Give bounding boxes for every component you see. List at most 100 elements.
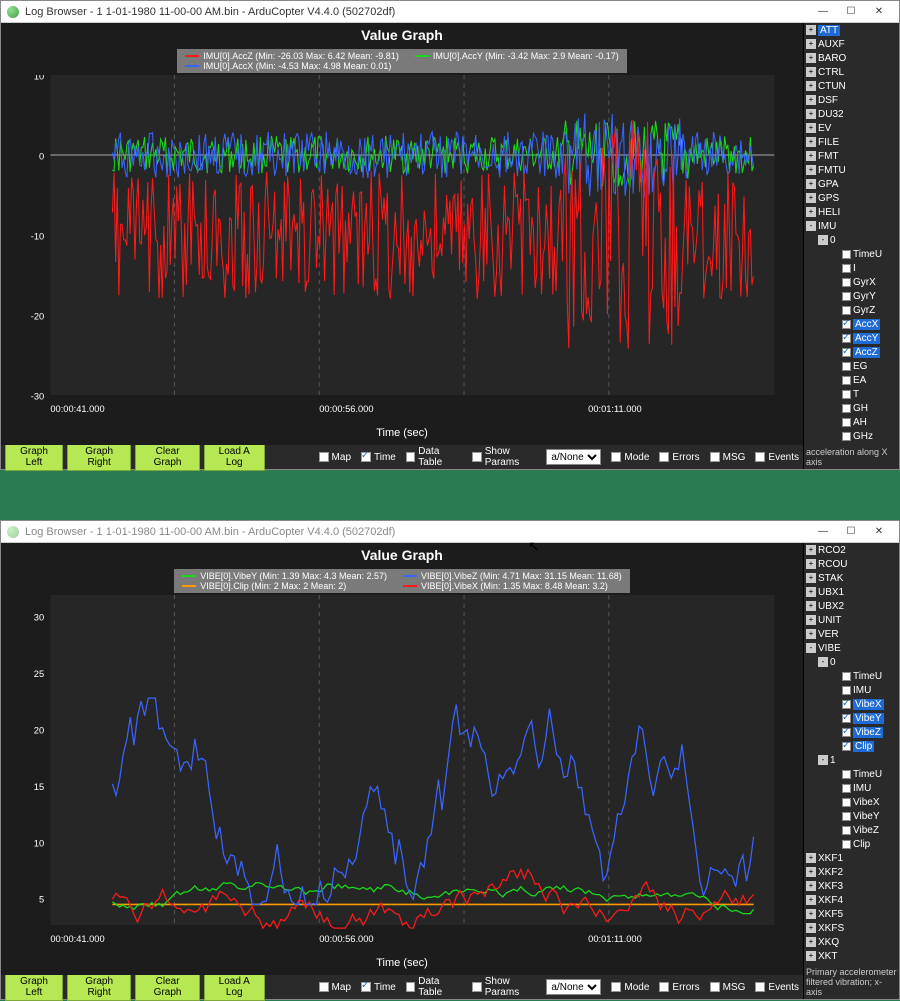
tree-item-unit[interactable]: +UNIT bbox=[804, 613, 899, 627]
field-tree[interactable]: +RCO2+RCOU+STAK+UBX1+UBX2+UNIT+VER-VIBE-… bbox=[804, 543, 899, 965]
collapse-icon[interactable]: - bbox=[806, 221, 816, 231]
tree-item-ghz[interactable]: +GHz bbox=[804, 429, 899, 443]
field-checkbox[interactable] bbox=[842, 728, 851, 737]
tree-item-t[interactable]: +T bbox=[804, 387, 899, 401]
axis-select[interactable]: a/None bbox=[546, 449, 601, 465]
tree-item-ctun[interactable]: +CTUN bbox=[804, 79, 899, 93]
expand-icon[interactable]: + bbox=[806, 615, 816, 625]
tree-item-xkf1[interactable]: +XKF1 bbox=[804, 851, 899, 865]
field-checkbox[interactable] bbox=[842, 770, 851, 779]
expand-icon[interactable]: + bbox=[806, 67, 816, 77]
field-checkbox[interactable] bbox=[842, 404, 851, 413]
tree-item-ubx1[interactable]: +UBX1 bbox=[804, 585, 899, 599]
field-checkbox[interactable] bbox=[842, 390, 851, 399]
tree-item-gps[interactable]: +GPS bbox=[804, 191, 899, 205]
tree-item-0[interactable]: -0 bbox=[804, 655, 899, 669]
graph-left-button[interactable]: Graph Left bbox=[5, 973, 63, 1001]
field-checkbox[interactable] bbox=[842, 264, 851, 273]
tree-item-ev[interactable]: +EV bbox=[804, 121, 899, 135]
expand-icon[interactable]: + bbox=[806, 881, 816, 891]
showparams-checkbox[interactable]: Show Params bbox=[472, 976, 542, 998]
minimize-button[interactable]: — bbox=[809, 3, 837, 21]
map-checkbox[interactable]: Map bbox=[319, 982, 351, 993]
tree-item-vibe[interactable]: -VIBE bbox=[804, 641, 899, 655]
load-log-button[interactable]: Load A Log bbox=[204, 973, 265, 1001]
collapse-icon[interactable]: - bbox=[818, 657, 828, 667]
expand-icon[interactable]: + bbox=[806, 179, 816, 189]
expand-icon[interactable]: + bbox=[806, 587, 816, 597]
tree-item-ea[interactable]: +EA bbox=[804, 373, 899, 387]
field-checkbox[interactable] bbox=[842, 742, 851, 751]
expand-icon[interactable]: + bbox=[806, 53, 816, 63]
expand-icon[interactable]: + bbox=[806, 951, 816, 961]
tree-item-auxf[interactable]: +AUXF bbox=[804, 37, 899, 51]
tree-item-clip[interactable]: +Clip bbox=[804, 739, 899, 753]
tree-item-ubx2[interactable]: +UBX2 bbox=[804, 599, 899, 613]
tree-item-i[interactable]: +I bbox=[804, 261, 899, 275]
field-checkbox[interactable] bbox=[842, 700, 851, 709]
expand-icon[interactable]: + bbox=[806, 867, 816, 877]
expand-icon[interactable]: + bbox=[806, 853, 816, 863]
expand-icon[interactable]: + bbox=[806, 923, 816, 933]
graph-left-button[interactable]: Graph Left bbox=[5, 443, 63, 471]
field-checkbox[interactable] bbox=[842, 784, 851, 793]
errors-checkbox[interactable]: Errors bbox=[659, 982, 699, 993]
expand-icon[interactable]: + bbox=[806, 207, 816, 217]
tree-item-rco2[interactable]: +RCO2 bbox=[804, 543, 899, 557]
tree-item-ah[interactable]: +AH bbox=[804, 415, 899, 429]
clear-graph-button[interactable]: Clear Graph bbox=[135, 973, 200, 1001]
tree-item-timeu[interactable]: +TimeU bbox=[804, 767, 899, 781]
tree-item-clip[interactable]: +Clip bbox=[804, 837, 899, 851]
field-checkbox[interactable] bbox=[842, 826, 851, 835]
tree-item-ctrl[interactable]: +CTRL bbox=[804, 65, 899, 79]
titlebar[interactable]: Log Browser - 1 1-01-1980 11-00-00 AM.bi… bbox=[1, 1, 899, 23]
expand-icon[interactable]: + bbox=[806, 193, 816, 203]
tree-item-rcou[interactable]: +RCOU bbox=[804, 557, 899, 571]
tree-item-att[interactable]: +ATT bbox=[804, 23, 899, 37]
tree-item-imu[interactable]: -IMU bbox=[804, 219, 899, 233]
tree-item-timeu[interactable]: +TimeU bbox=[804, 669, 899, 683]
collapse-icon[interactable]: - bbox=[806, 643, 816, 653]
field-checkbox[interactable] bbox=[842, 320, 851, 329]
expand-icon[interactable]: + bbox=[806, 123, 816, 133]
expand-icon[interactable]: + bbox=[806, 137, 816, 147]
plot-canvas[interactable]: 30 25 20 15 10 5 00:00:41.000 00:00:56.0… bbox=[9, 595, 795, 957]
tree-item-fmtu[interactable]: +FMTU bbox=[804, 163, 899, 177]
expand-icon[interactable]: + bbox=[806, 109, 816, 119]
field-checkbox[interactable] bbox=[842, 432, 851, 441]
map-checkbox[interactable]: Map bbox=[319, 452, 351, 463]
errors-checkbox[interactable]: Errors bbox=[659, 452, 699, 463]
axis-select[interactable]: a/None bbox=[546, 979, 601, 995]
events-checkbox[interactable]: Events bbox=[755, 452, 799, 463]
tree-item-xkq[interactable]: +XKQ bbox=[804, 935, 899, 949]
expand-icon[interactable]: + bbox=[806, 573, 816, 583]
tree-item-accy[interactable]: +AccY bbox=[804, 331, 899, 345]
datatable-checkbox[interactable]: Data Table bbox=[406, 976, 462, 998]
tree-item-imu[interactable]: +IMU bbox=[804, 683, 899, 697]
tree-item-stak[interactable]: +STAK bbox=[804, 571, 899, 585]
field-checkbox[interactable] bbox=[842, 292, 851, 301]
tree-item-xkt[interactable]: +XKT bbox=[804, 949, 899, 963]
expand-icon[interactable]: + bbox=[806, 545, 816, 555]
tree-item-vibex[interactable]: +VibeX bbox=[804, 795, 899, 809]
field-checkbox[interactable] bbox=[842, 840, 851, 849]
tree-item-gyry[interactable]: +GyrY bbox=[804, 289, 899, 303]
expand-icon[interactable]: + bbox=[806, 39, 816, 49]
titlebar[interactable]: Log Browser - 1 1-01-1980 11-00-00 AM.bi… bbox=[1, 521, 899, 543]
field-checkbox[interactable] bbox=[842, 376, 851, 385]
tree-item-eg[interactable]: +EG bbox=[804, 359, 899, 373]
load-log-button[interactable]: Load A Log bbox=[204, 443, 265, 471]
tree-item-xkf4[interactable]: +XKF4 bbox=[804, 893, 899, 907]
expand-icon[interactable]: + bbox=[806, 937, 816, 947]
expand-icon[interactable]: + bbox=[806, 151, 816, 161]
time-checkbox[interactable]: Time bbox=[361, 452, 396, 463]
minimize-button[interactable]: — bbox=[809, 523, 837, 541]
field-checkbox[interactable] bbox=[842, 672, 851, 681]
field-checkbox[interactable] bbox=[842, 334, 851, 343]
field-checkbox[interactable] bbox=[842, 812, 851, 821]
tree-item-baro[interactable]: +BARO bbox=[804, 51, 899, 65]
tree-item-file[interactable]: +FILE bbox=[804, 135, 899, 149]
tree-item-gyrx[interactable]: +GyrX bbox=[804, 275, 899, 289]
expand-icon[interactable]: + bbox=[806, 909, 816, 919]
field-checkbox[interactable] bbox=[842, 418, 851, 427]
